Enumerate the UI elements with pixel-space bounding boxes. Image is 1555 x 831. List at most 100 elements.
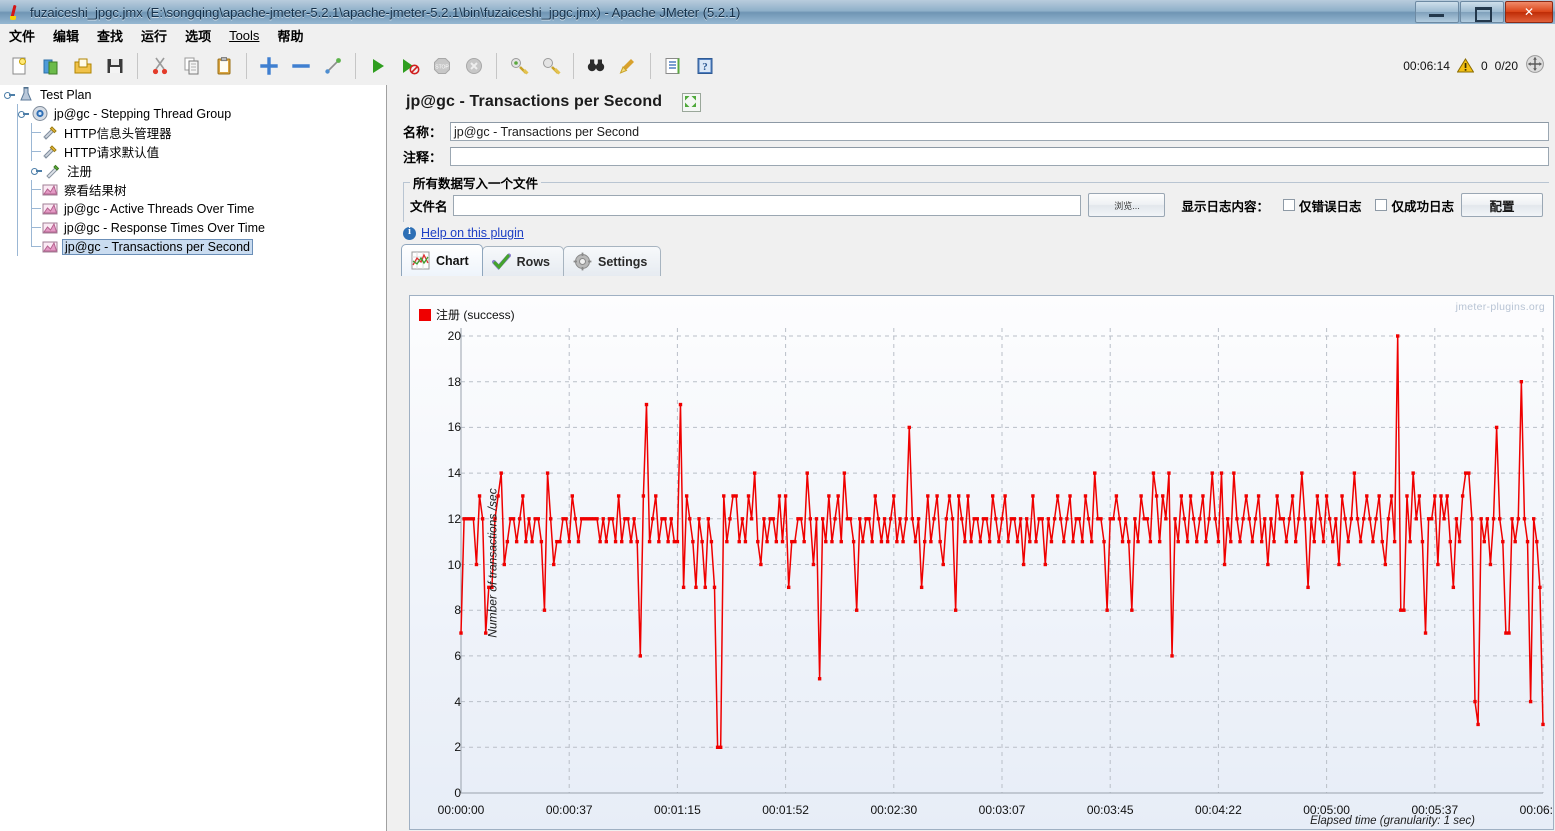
x-tick-label: 00:03:07: [978, 803, 1026, 817]
tree-item-view-results-tree[interactable]: 察看结果树: [0, 180, 386, 199]
menu-search[interactable]: 查找: [88, 24, 132, 47]
toggle-button[interactable]: [318, 51, 348, 81]
tree-item-active-threads-over-time[interactable]: jp@gc - Active Threads Over Time: [0, 199, 386, 218]
maximize-button[interactable]: [1460, 1, 1504, 23]
help-button[interactable]: ?: [690, 51, 720, 81]
start-button[interactable]: [363, 51, 393, 81]
clear-button[interactable]: [504, 51, 534, 81]
success-only-checkbox[interactable]: 仅成功日志: [1375, 196, 1454, 215]
search-button[interactable]: [581, 51, 611, 81]
tree-item-zhuce-sampler[interactable]: 注册: [0, 161, 386, 180]
errors-only-checkbox[interactable]: 仅错误日志: [1282, 196, 1361, 215]
name-input[interactable]: jp@gc - Transactions per Second: [450, 122, 1549, 141]
tab-chart[interactable]: Chart: [401, 244, 483, 276]
expand-toggle-icon[interactable]: [31, 164, 44, 177]
comment-input[interactable]: [450, 147, 1549, 166]
checkbox-icon: [1375, 199, 1388, 211]
y-tick-label: 6: [454, 648, 461, 663]
transactions-per-second-chart[interactable]: 注册 (success) jmeter-plugins.org Number o…: [409, 295, 1554, 830]
x-tick-label: 00:01:52: [762, 803, 809, 817]
window-title: fuzaiceshi_jpgc.jmx (E:\songqing\apache-…: [30, 4, 741, 20]
menu-run[interactable]: 运行: [132, 24, 176, 47]
tree-label: HTTP信息头管理器: [64, 127, 172, 141]
toolbar-status: 00:06:14 0 0/20: [1403, 54, 1555, 77]
expand-panel-icon[interactable]: [682, 92, 702, 112]
thread-group-icon: [31, 105, 49, 122]
filename-row: 文件名 浏览... 显示日志内容： 仅错误日志 仅成功日志 配置: [410, 192, 1543, 217]
tree-item-http-request-defaults[interactable]: HTTP请求默认值: [0, 142, 386, 161]
name-row: 名称： jp@gc - Transactions per Second: [387, 119, 1555, 144]
menu-edit[interactable]: 编辑: [44, 24, 88, 47]
expand-arrows-icon[interactable]: [1525, 54, 1545, 77]
tree-label: jp@gc - Response Times Over Time: [64, 220, 265, 235]
y-tick-label: 12: [447, 511, 461, 526]
open-button[interactable]: [68, 51, 98, 81]
tab-rows-label: Rows: [516, 254, 550, 269]
save-button[interactable]: [100, 51, 130, 81]
green-check-icon: [491, 252, 511, 271]
clear-all-button[interactable]: [536, 51, 566, 81]
chart-plot-area: [459, 328, 1545, 794]
copy-button[interactable]: [177, 51, 207, 81]
config-wrench-icon: [41, 124, 59, 141]
help-on-this-plugin-link[interactable]: Help on this plugin: [421, 226, 524, 240]
tree-item-transactions-per-second[interactable]: jp@gc - Transactions per Second: [0, 237, 386, 256]
tree-item-response-times-over-time[interactable]: jp@gc - Response Times Over Time: [0, 218, 386, 237]
y-tick-label: 4: [454, 694, 461, 709]
expand-all-button[interactable]: [254, 51, 284, 81]
window-titlebar: fuzaiceshi_jpgc.jmx (E:\songqing\apache-…: [0, 0, 1555, 25]
page-title: jp@gc - Transactions per Second: [406, 93, 663, 110]
sampler-icon: [44, 162, 62, 179]
tree-item-http-header-manager[interactable]: HTTP信息头管理器: [0, 123, 386, 142]
x-tick-label: 00:01:15: [654, 803, 701, 817]
menu-options[interactable]: 选项: [176, 24, 220, 47]
filename-input[interactable]: [452, 194, 1082, 216]
reset-search-button[interactable]: [613, 51, 643, 81]
listener-chart-icon: [41, 200, 59, 217]
info-icon: [403, 226, 416, 240]
configure-button[interactable]: 配置: [1461, 193, 1543, 217]
x-tick-label: 00:05:00: [1303, 803, 1350, 817]
tab-settings-label: Settings: [598, 254, 648, 269]
collapse-all-button[interactable]: [286, 51, 316, 81]
svg-text:STOP: STOP: [435, 64, 449, 70]
function-helper-button[interactable]: [658, 51, 688, 81]
menu-help[interactable]: 帮助: [268, 24, 312, 47]
expand-toggle-icon[interactable]: [18, 107, 31, 120]
templates-button[interactable]: [36, 51, 66, 81]
menu-tools[interactable]: Tools: [220, 26, 268, 45]
tree-label: jp@gc - Stepping Thread Group: [54, 106, 232, 121]
shutdown-button[interactable]: [459, 51, 489, 81]
tab-settings[interactable]: Settings: [563, 246, 662, 276]
browse-button[interactable]: 浏览...: [1088, 193, 1166, 217]
y-tick-label: 2: [454, 740, 461, 755]
stop-button[interactable]: STOP: [427, 51, 457, 81]
menu-file[interactable]: 文件: [0, 24, 44, 47]
x-tick-label: 00:04:22: [1195, 803, 1242, 817]
tree-item-stepping-thread-group[interactable]: jp@gc - Stepping Thread Group: [0, 104, 386, 123]
tree-label: 注册: [67, 165, 93, 179]
close-button[interactable]: ✕: [1505, 1, 1553, 23]
toolbar: STOP ? 00:06:14 0 0/20: [0, 46, 1555, 86]
start-no-pauses-button[interactable]: [395, 51, 425, 81]
y-tick-label: 20: [447, 329, 461, 343]
write-all-data-legend: 所有数据写入一个文件: [413, 177, 539, 191]
x-tick-label: 00:02:30: [870, 803, 918, 817]
y-axis-label: Number of transactions /sec: [485, 487, 500, 638]
tree-item-test-plan[interactable]: Test Plan: [0, 85, 386, 104]
y-tick-label: 14: [447, 466, 461, 481]
tree-label: HTTP请求默认值: [64, 146, 160, 160]
new-button[interactable]: [4, 51, 34, 81]
log-display-label: 显示日志内容：: [1181, 199, 1269, 214]
gear-icon: [573, 252, 592, 271]
test-plan-tree[interactable]: Test Plan jp@gc - Stepping Thread Group …: [0, 85, 387, 831]
chart-watermark: jmeter-plugins.org: [1455, 301, 1545, 313]
paste-button[interactable]: [209, 51, 239, 81]
cut-button[interactable]: [145, 51, 175, 81]
x-tick-label: 00:06:14: [1519, 803, 1554, 817]
tab-rows[interactable]: Rows: [481, 246, 564, 276]
menu-tools-label: Tools: [229, 27, 260, 43]
menubar: 文件 编辑 查找 运行 选项 Tools 帮助: [0, 24, 1555, 47]
expand-toggle-icon[interactable]: [4, 88, 17, 101]
minimize-button[interactable]: [1415, 1, 1459, 23]
